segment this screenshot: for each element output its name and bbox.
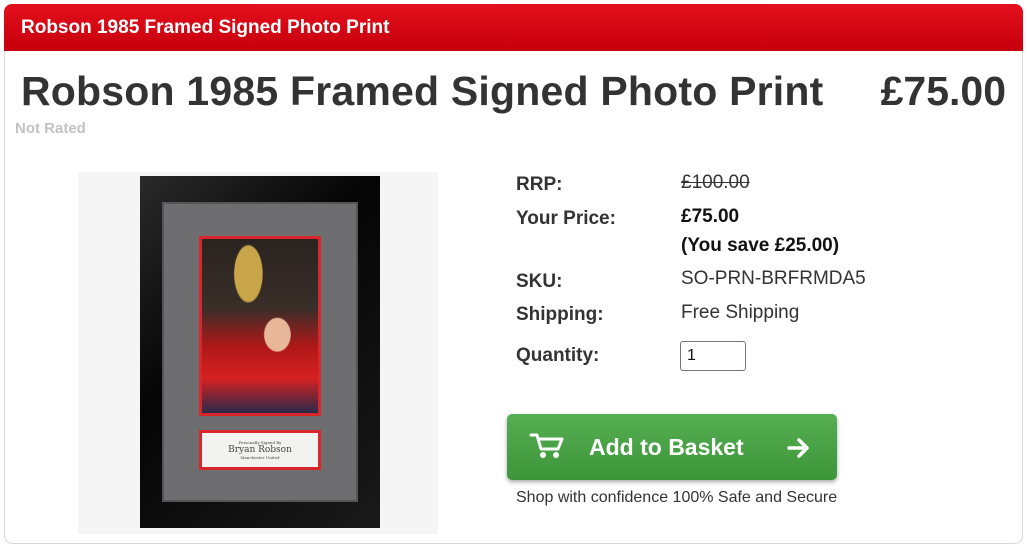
rating-status: Not Rated	[15, 120, 86, 137]
plaque-bottom-line: Manchester United	[240, 455, 280, 460]
shipping-row: Shipping: Free Shipping	[516, 302, 799, 326]
product-image[interactable]: Personally Signed By Bryan Robson Manche…	[140, 176, 380, 528]
photo-mount: Personally Signed By Bryan Robson Manche…	[162, 202, 358, 502]
you-save-text: (You save £25.00)	[681, 235, 840, 256]
banner-title: Robson 1985 Framed Signed Photo Print	[21, 17, 390, 38]
add-to-basket-button[interactable]: Add to Basket	[507, 414, 837, 480]
sku-value: SO-PRN-BRFRMDA5	[681, 268, 866, 289]
shipping-label: Shipping:	[516, 304, 604, 325]
name-plaque: Personally Signed By Bryan Robson Manche…	[202, 433, 318, 467]
quantity-row: Quantity:	[516, 341, 746, 371]
confidence-text: Shop with confidence 100% Safe and Secur…	[516, 489, 838, 506]
arrow-right-icon	[787, 437, 811, 464]
rrp-value: £100.00	[681, 172, 750, 193]
your-price-row: Your Price: £75.00 (You save £25.00)	[516, 206, 839, 256]
shipping-value: Free Shipping	[681, 302, 800, 323]
rrp-row: RRP: £100.00	[516, 172, 750, 196]
sku-row: SKU: SO-PRN-BRFRMDA5	[516, 268, 866, 293]
quantity-label: Quantity:	[516, 345, 600, 366]
rrp-label: RRP:	[516, 174, 563, 195]
your-price-value: £75.00	[681, 206, 740, 227]
photo-border	[199, 236, 321, 416]
page-title: Robson 1985 Framed Signed Photo Print	[21, 68, 824, 114]
cart-icon	[529, 432, 565, 465]
product-price: £75.00	[880, 68, 1006, 114]
quantity-input[interactable]	[680, 341, 746, 371]
add-to-basket-label: Add to Basket	[589, 434, 744, 460]
plaque-name: Bryan Robson	[228, 445, 292, 455]
signed-photo	[202, 239, 318, 413]
your-price-label: Your Price:	[516, 208, 616, 229]
sku-label: SKU:	[516, 271, 563, 292]
plaque-border: Personally Signed By Bryan Robson Manche…	[199, 430, 321, 470]
product-banner: Robson 1985 Framed Signed Photo Print	[4, 4, 1023, 51]
